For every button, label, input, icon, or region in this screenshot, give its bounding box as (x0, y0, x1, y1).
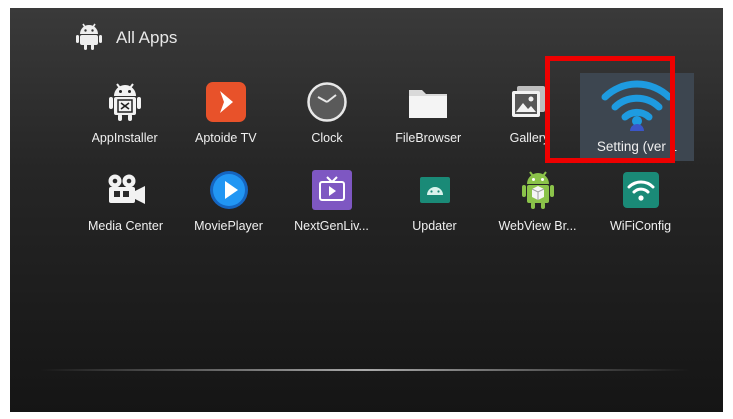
app-label: Media Center (87, 219, 164, 233)
tv-icon (309, 167, 355, 213)
app-installer-icon (102, 79, 148, 125)
wifi-settings-icon (597, 77, 677, 133)
app-media-center[interactable]: Media Center (74, 161, 177, 249)
app-gallery[interactable]: Gallery (479, 73, 580, 161)
app-label: WebView Br... (498, 219, 577, 233)
app-clock[interactable]: Clock (276, 73, 377, 161)
app-movieplayer[interactable]: MoviePlayer (177, 161, 280, 249)
app-nextgenlive[interactable]: NextGenLiv... (280, 161, 383, 249)
app-label: AppInstaller (91, 131, 158, 145)
app-label: FileBrowser (395, 131, 462, 145)
app-setting[interactable]: Setting (ver 1 (580, 73, 694, 161)
app-aptoide-tv[interactable]: Aptoide TV (175, 73, 276, 161)
updater-icon (412, 167, 458, 213)
app-row-1: AppInstaller Aptoide TV Clock FileBrowse… (74, 73, 694, 161)
divider-line (40, 369, 690, 371)
folder-icon (405, 79, 451, 125)
app-label: Updater (412, 219, 457, 233)
app-wificonfig[interactable]: WiFiConfig (589, 161, 692, 249)
all-apps-header: All Apps (76, 22, 177, 54)
movie-player-icon (206, 167, 252, 213)
app-updater[interactable]: Updater (383, 161, 486, 249)
app-grid: AppInstaller Aptoide TV Clock FileBrowse… (74, 73, 694, 249)
app-label: Clock (311, 131, 343, 145)
app-label: NextGenLiv... (294, 219, 369, 233)
app-row-2: Media Center MoviePlayer NextGenLiv... U… (74, 161, 694, 249)
app-webview-browser[interactable]: WebView Br... (486, 161, 589, 249)
app-label: MoviePlayer (194, 219, 263, 233)
app-label: Aptoide TV (194, 131, 257, 145)
android-icon (76, 22, 102, 55)
clock-icon (304, 79, 350, 125)
launcher-screen: All Apps AppInstaller Aptoide TV Clock F… (10, 8, 723, 412)
aptoide-icon (203, 79, 249, 125)
media-center-icon (103, 167, 149, 213)
app-filebrowser[interactable]: FileBrowser (378, 73, 479, 161)
app-appinstaller[interactable]: AppInstaller (74, 73, 175, 161)
gallery-icon (506, 79, 552, 125)
webview-icon (515, 167, 561, 213)
app-label: Gallery (509, 131, 550, 145)
page-title: All Apps (116, 28, 178, 47)
wifi-config-icon (618, 167, 664, 213)
app-label: WiFiConfig (609, 219, 672, 233)
app-label: Setting (ver 1 (596, 139, 678, 154)
